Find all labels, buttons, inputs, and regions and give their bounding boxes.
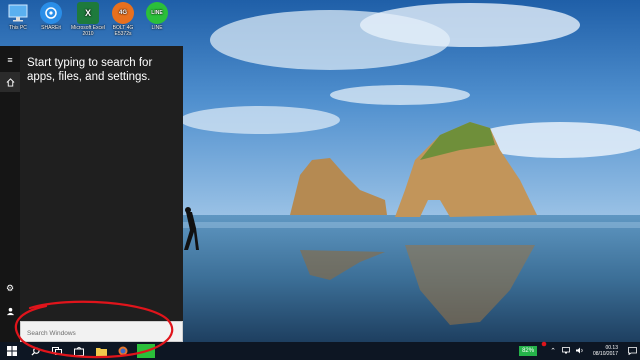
desktop-icon-label: LINE [151,25,163,31]
task-view-icon[interactable] [46,342,68,360]
action-center-icon[interactable] [624,342,640,360]
start-menu-rail: ≡ ⚙ [0,46,20,342]
clock-date: 08/10/2017 [592,351,618,357]
line-taskbar-icon[interactable] [137,344,155,358]
desktop-icon-line[interactable]: LINE LINE [139,2,175,31]
desktop-icon-label: SHAREit [41,25,61,31]
search-box[interactable] [20,321,183,343]
bolt-modem-icon: 4G [112,2,134,24]
start-menu: ≡ ⚙ Start typing to search for apps, fil… [0,46,183,342]
store-icon[interactable] [68,342,90,360]
search-icon[interactable] [24,342,46,360]
speaker-icon[interactable] [575,347,584,356]
taskbar: 82% ⌃ 00.13 08/10/2017 [0,342,640,360]
desktop-icon-bolt[interactable]: 4G BOLT 4G E5372s [105,2,141,37]
system-tray: 82% ⌃ 00.13 08/10/2017 [519,342,640,360]
search-hint-text: Start typing to search for apps, files, … [27,57,153,83]
this-pc-icon [7,2,29,24]
home-icon[interactable] [0,72,20,92]
file-explorer-icon[interactable] [90,342,112,360]
battery-percentage-badge[interactable]: 82% [519,346,538,356]
excel-icon: X [77,2,99,24]
desktop-icon-this-pc[interactable]: This PC [0,2,36,31]
hamburger-menu-icon[interactable]: ≡ [0,50,20,70]
line-app-icon: LINE [146,2,168,24]
network-icon[interactable] [562,346,570,356]
desktop-icon-excel[interactable]: X Microsoft Excel 2010 [70,2,106,37]
search-windows-input[interactable] [21,324,182,343]
chevron-up-icon[interactable]: ⌃ [550,347,556,355]
firefox-icon[interactable] [112,342,134,360]
windows-start-button[interactable] [0,342,24,360]
desktop-icon-label: This PC [9,25,27,31]
user-feedback-icon[interactable] [0,301,20,321]
gear-icon[interactable]: ⚙ [0,278,20,298]
shareit-icon [40,2,62,24]
clock[interactable]: 00.13 08/10/2017 [593,345,618,357]
desktop-icon-shareit[interactable]: SHAREit [33,2,69,31]
desktop-icon-label: Microsoft Excel 2010 [71,25,105,37]
desktop-icon-label: BOLT 4G E5372s [112,25,134,37]
